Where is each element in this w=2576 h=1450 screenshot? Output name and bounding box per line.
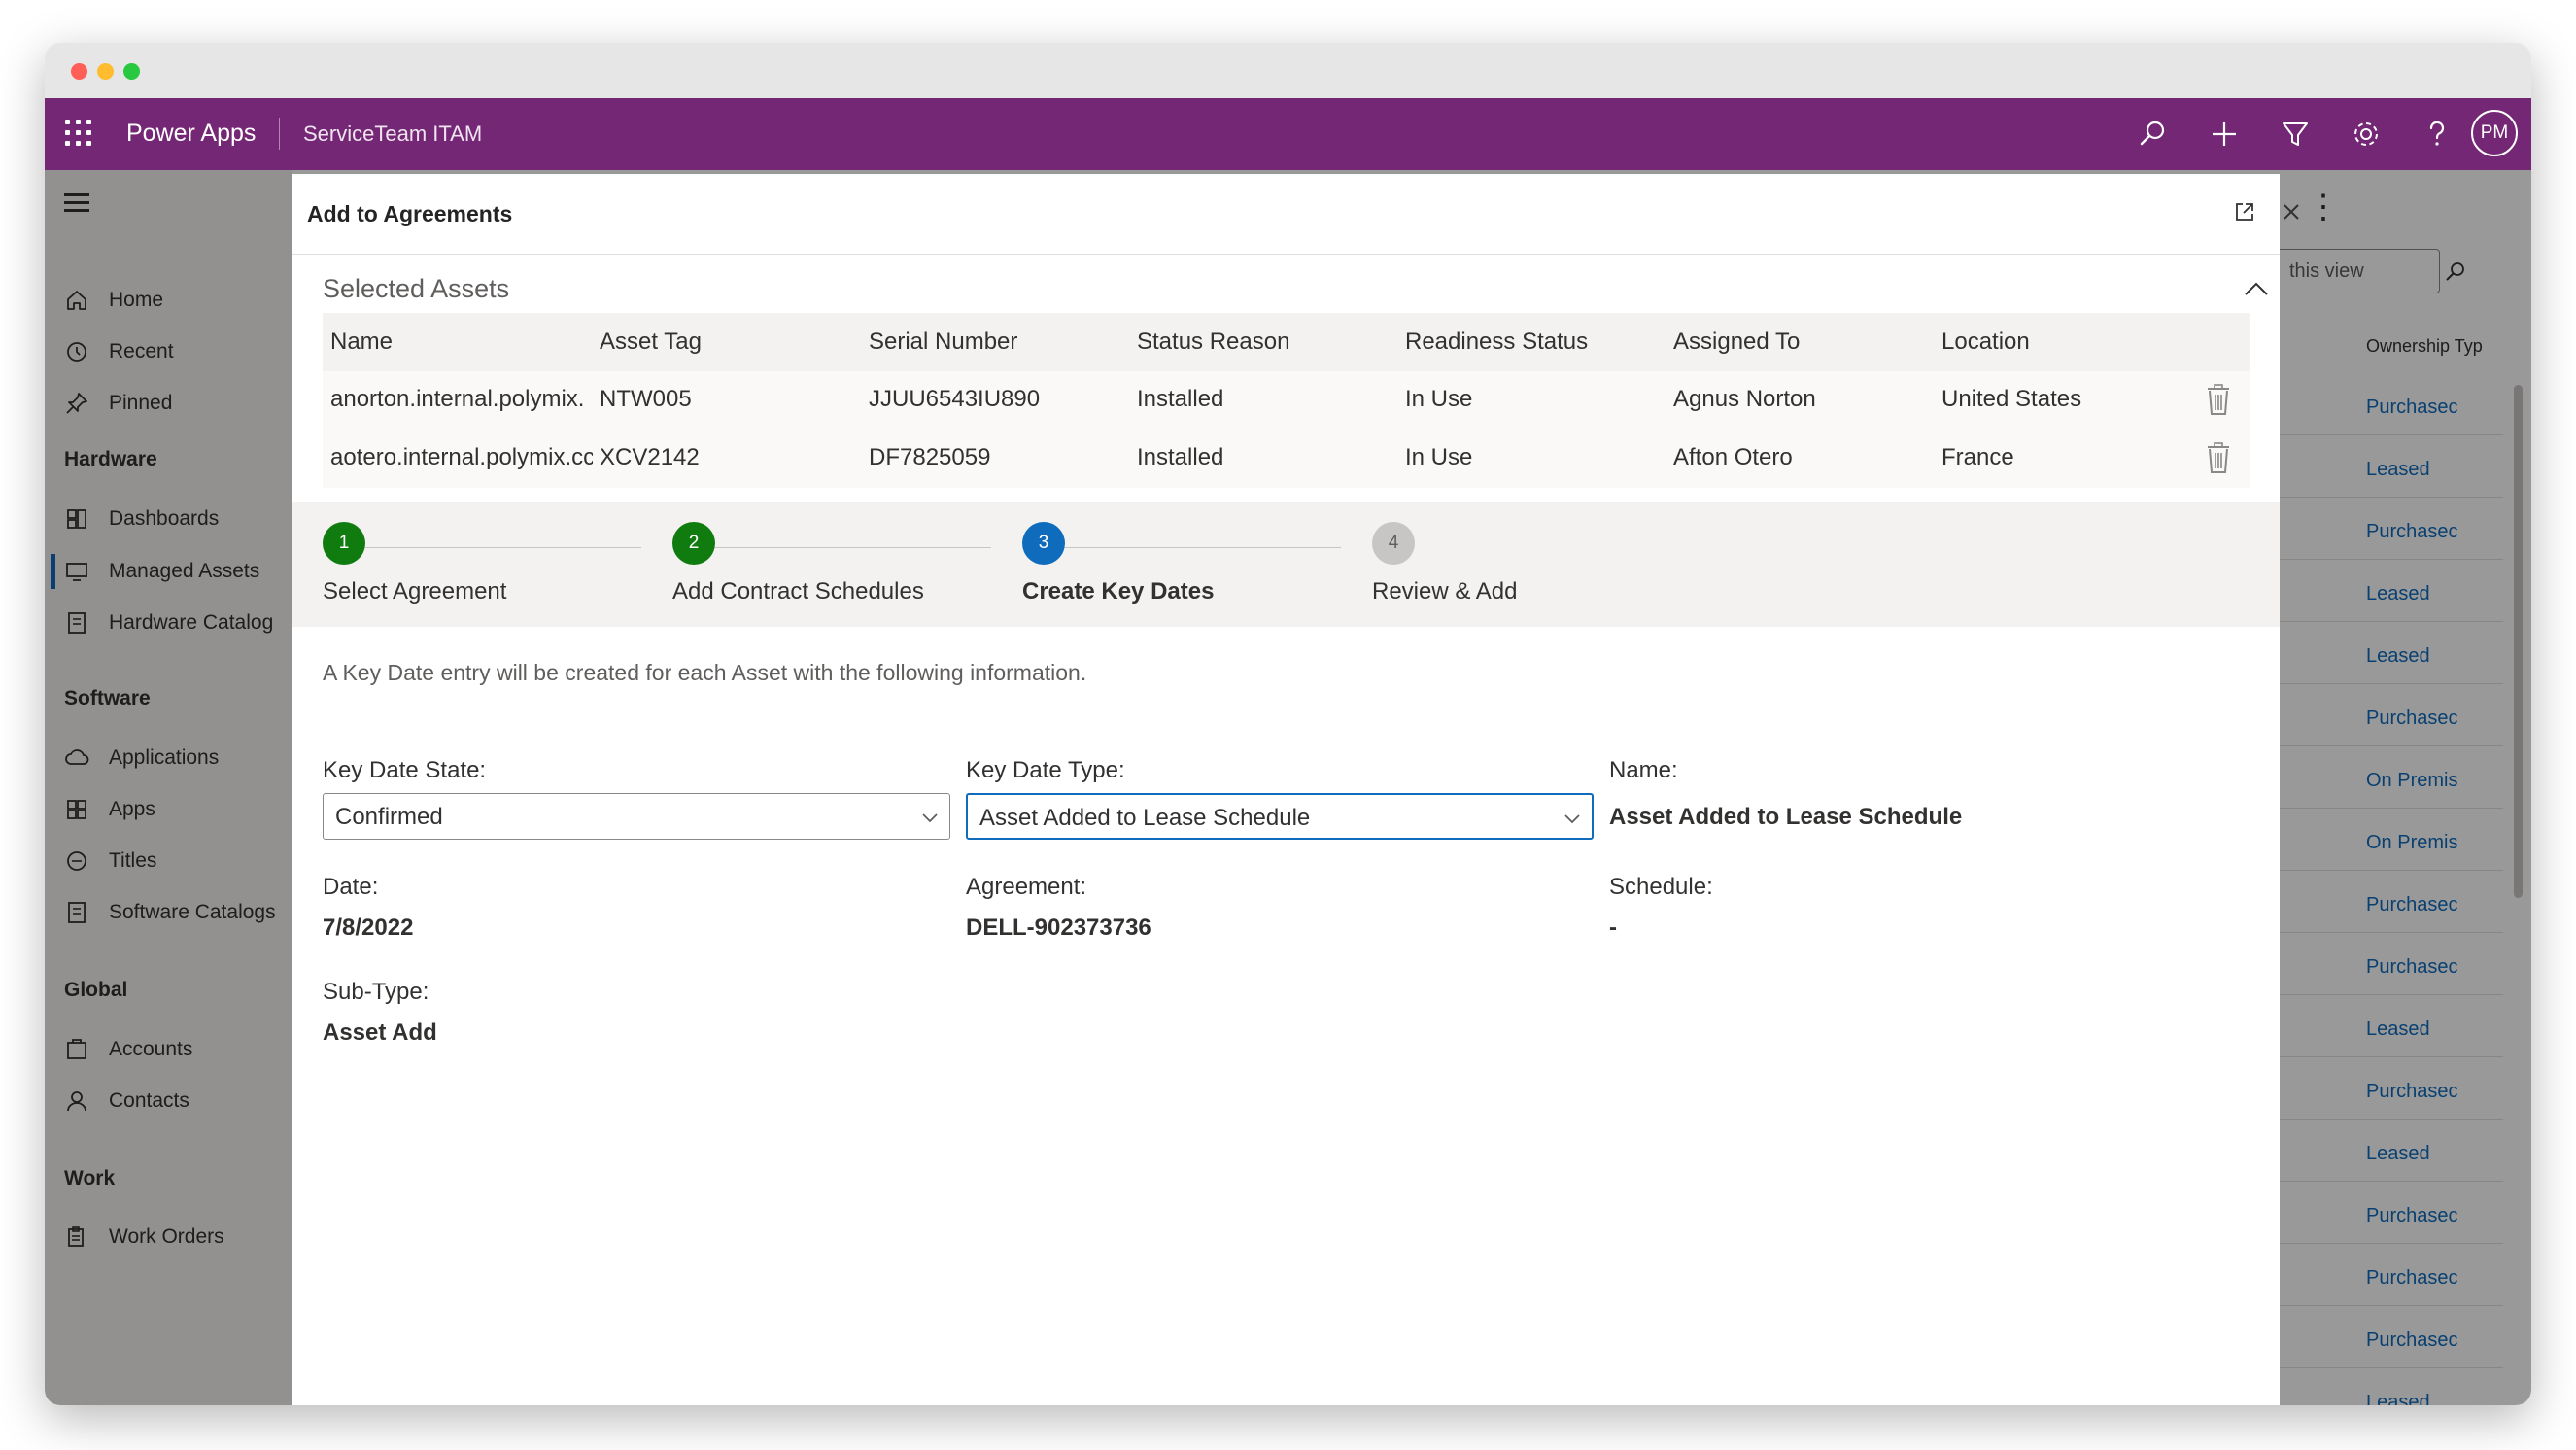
add-to-agreements-dialog: Add to Agreements Selected Assets Name A… (292, 174, 2299, 1405)
close-icon[interactable] (2280, 200, 2303, 224)
schedule-value: - (1609, 915, 1617, 941)
maximize-window-button[interactable] (123, 63, 140, 80)
dialog-header-divider (292, 254, 2280, 255)
close-window-button[interactable] (71, 63, 87, 80)
key-date-type-value: Asset Added to Lease Schedule (979, 805, 1311, 831)
schedule-label: Schedule: (1609, 874, 1713, 900)
step-connector (715, 547, 991, 548)
name-label: Name: (1609, 757, 1678, 783)
step-1-indicator[interactable]: 1 (323, 522, 365, 565)
trash-icon[interactable] (2206, 383, 2231, 416)
dialog-title: Add to Agreements (307, 201, 513, 226)
key-date-type-select[interactable]: Asset Added to Lease Schedule (966, 793, 1594, 840)
environment-name[interactable]: ServiceTeam ITAM (303, 121, 482, 147)
cell-serial-number: JJUU6543IU890 (869, 386, 1041, 412)
wizard-stepper: 1 Select Agreement 2 Add Contract Schedu… (292, 502, 2280, 627)
pop-out-icon[interactable] (2233, 200, 2256, 224)
cell-serial-number: DF7825059 (869, 444, 991, 470)
cell-assigned-to: Afton Otero (1673, 444, 1793, 470)
plus-icon[interactable] (2205, 115, 2244, 154)
header-divider (279, 118, 280, 150)
step-connector (1065, 547, 1341, 548)
info-text: A Key Date entry will be created for eac… (323, 660, 1087, 685)
key-date-state-select[interactable]: Confirmed (323, 793, 950, 840)
cell-name: aotero.internal.polymix.cc (330, 444, 593, 470)
trash-icon[interactable] (2206, 441, 2231, 474)
window-titlebar (45, 43, 2531, 98)
cell-status-reason: Installed (1137, 386, 1224, 412)
cell-location: France (1941, 444, 2014, 470)
cell-name: anorton.internal.polymix. (330, 386, 585, 412)
table-row[interactable]: aotero.internal.polymix.cc XCV2142 DF782… (323, 430, 2250, 488)
filter-icon[interactable] (2276, 115, 2315, 154)
step-3-label[interactable]: Create Key Dates (1022, 578, 1214, 605)
chevron-down-icon (1563, 809, 1582, 828)
sub-type-label: Sub-Type: (323, 979, 429, 1005)
selected-assets-title: Selected Assets (323, 274, 510, 303)
column-header-readiness-status[interactable]: Readiness Status (1405, 328, 1588, 356)
minimize-window-button[interactable] (97, 63, 114, 80)
app-launcher-icon[interactable] (65, 120, 91, 146)
key-date-state-label: Key Date State: (323, 757, 487, 783)
app-name[interactable]: Power Apps (126, 120, 256, 148)
column-header-asset-tag[interactable]: Asset Tag (600, 328, 702, 356)
column-header-status-reason[interactable]: Status Reason (1137, 328, 1289, 356)
key-date-state-value: Confirmed (335, 804, 443, 830)
step-1-label[interactable]: Select Agreement (323, 578, 506, 605)
chevron-up-icon[interactable] (2242, 278, 2271, 299)
user-avatar[interactable]: PM (2471, 110, 2518, 156)
column-header-assigned-to[interactable]: Assigned To (1673, 328, 1800, 356)
help-icon[interactable] (2418, 115, 2456, 154)
agreement-value: DELL-902373736 (966, 915, 1151, 941)
step-2-indicator[interactable]: 2 (672, 522, 715, 565)
step-connector (365, 547, 641, 548)
cell-assigned-to: Agnus Norton (1673, 386, 1816, 412)
cell-status-reason: Installed (1137, 444, 1224, 470)
app-header: Power Apps ServiceTeam ITAM PM (45, 98, 2531, 170)
search-icon[interactable] (2133, 115, 2172, 154)
table-row[interactable]: anorton.internal.polymix. NTW005 JJUU654… (323, 371, 2250, 430)
browser-window: Power Apps ServiceTeam ITAM PM Home Rece… (45, 43, 2531, 1405)
cell-readiness-status: In Use (1405, 386, 1473, 412)
cell-asset-tag: XCV2142 (600, 444, 700, 470)
step-4-label[interactable]: Review & Add (1372, 578, 1517, 605)
date-value: 7/8/2022 (323, 915, 414, 941)
key-date-type-label: Key Date Type: (966, 757, 1125, 783)
table-header: Name Asset Tag Serial Number Status Reas… (323, 313, 2250, 371)
gear-icon[interactable] (2347, 115, 2386, 154)
name-value: Asset Added to Lease Schedule (1609, 804, 1963, 830)
step-4-indicator[interactable]: 4 (1372, 522, 1415, 565)
sub-type-value: Asset Add (323, 1019, 437, 1046)
date-label: Date: (323, 874, 379, 900)
cell-readiness-status: In Use (1405, 444, 1473, 470)
cell-location: United States (1941, 386, 2082, 412)
agreement-label: Agreement: (966, 874, 1087, 900)
step-2-label[interactable]: Add Contract Schedules (672, 578, 924, 605)
column-header-serial-number[interactable]: Serial Number (869, 328, 1017, 356)
cell-asset-tag: NTW005 (600, 386, 692, 412)
step-3-indicator[interactable]: 3 (1022, 522, 1065, 565)
column-header-location[interactable]: Location (1941, 328, 2030, 356)
column-header-name[interactable]: Name (330, 328, 393, 356)
chevron-down-icon (920, 808, 940, 827)
